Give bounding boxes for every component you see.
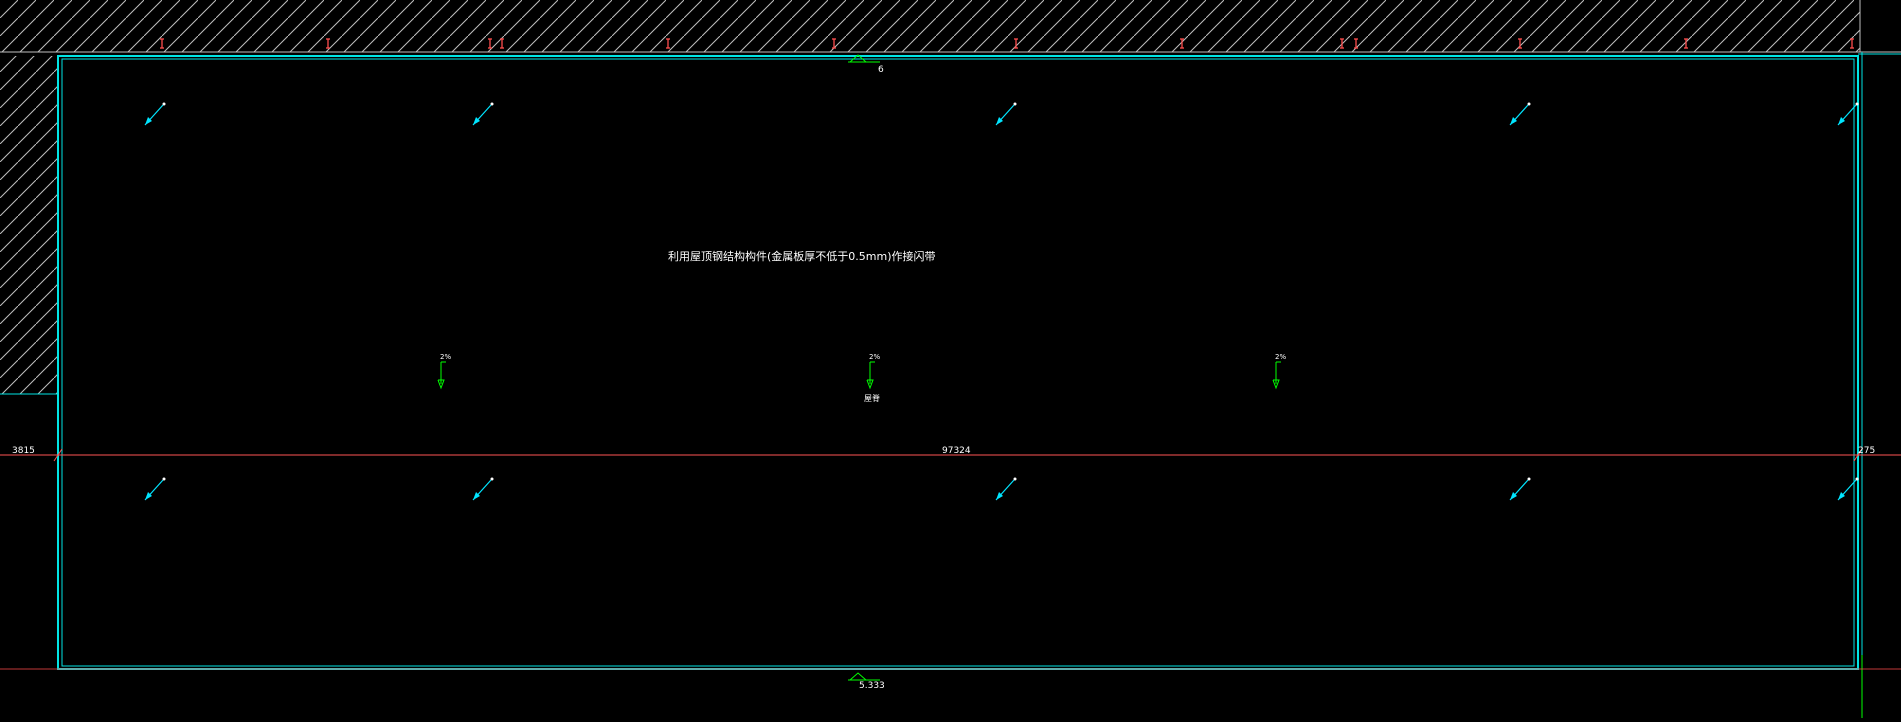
elevation-text-bottom: 5.333 xyxy=(859,681,885,691)
air-terminal-symbol xyxy=(995,102,1017,126)
air-terminal-symbol xyxy=(472,477,494,501)
roof-plan-drawing: 3815 97324 275 6 5.333 利用屋顶钢结构构件(金属板厚不低于… xyxy=(0,0,1901,718)
slope-label: 2% xyxy=(869,353,880,361)
air-terminal-symbol xyxy=(472,102,494,126)
dimension-text-left: 3815 xyxy=(12,446,35,456)
elevation-marker-bottom xyxy=(848,672,880,681)
air-terminal-symbol xyxy=(995,477,1017,501)
dimension-text-right: 275 xyxy=(1858,446,1875,456)
slope-arrow: 2% xyxy=(866,353,880,390)
slope-arrow: 2% xyxy=(437,353,451,390)
air-terminal-symbol xyxy=(1837,102,1859,126)
air-terminal-symbol xyxy=(1509,102,1531,126)
slope-label: 2% xyxy=(440,353,451,361)
air-terminal-symbol xyxy=(144,102,166,126)
air-terminals xyxy=(144,102,1859,501)
dimension-text-main: 97324 xyxy=(942,446,971,456)
slope-label: 2% xyxy=(1275,353,1286,361)
hatch-top-wall xyxy=(0,0,1860,52)
roof-outline-outer[interactable] xyxy=(57,55,1859,670)
air-terminal-symbol xyxy=(1509,477,1531,501)
hatch-left-wall xyxy=(0,56,58,394)
air-terminal-symbol xyxy=(144,477,166,501)
air-terminal-symbol xyxy=(1837,477,1859,501)
elevation-text-top: 6 xyxy=(878,65,884,75)
lightning-strip-note: 利用屋顶钢结构构件(金属板厚不低于0.5mm)作接闪带 xyxy=(668,249,936,263)
slope-arrow: 2% xyxy=(1272,353,1286,390)
roof-outline-inner xyxy=(61,58,1855,667)
ridge-label: 屋脊 xyxy=(864,393,880,403)
cad-drawing-canvas[interactable]: 3815 97324 275 6 5.333 利用屋顶钢结构构件(金属板厚不低于… xyxy=(0,0,1901,718)
